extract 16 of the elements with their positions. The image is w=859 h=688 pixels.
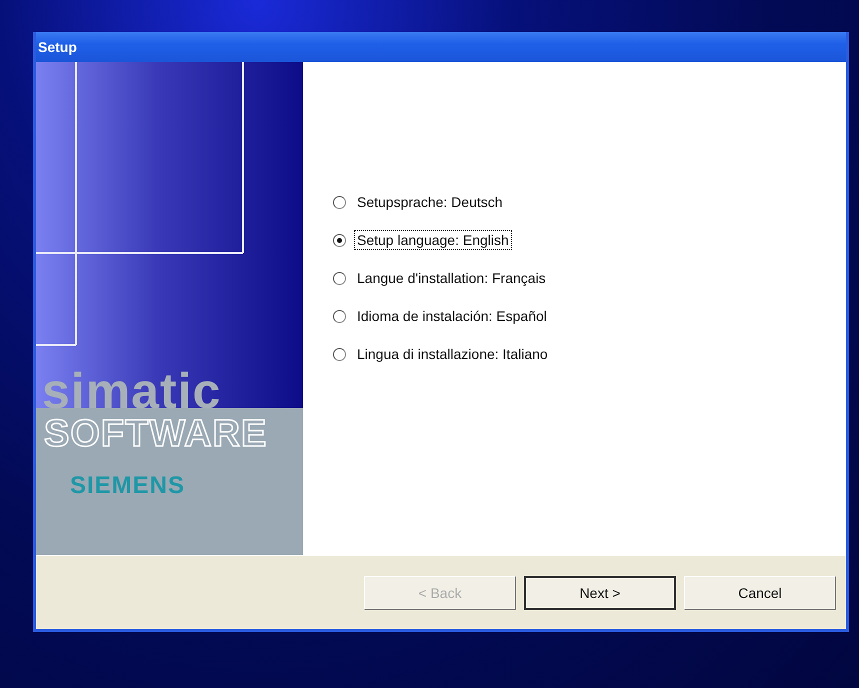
radio-label[interactable]: Idioma de instalación: Español (354, 306, 550, 326)
radio-button[interactable] (333, 234, 346, 246)
radio-label[interactable]: Lingua di installazione: Italiano (354, 344, 551, 364)
radio-button[interactable] (333, 310, 346, 322)
cancel-button[interactable]: Cancel (684, 576, 836, 610)
radio-button[interactable] (333, 348, 346, 360)
radio-button[interactable] (333, 272, 346, 284)
next-button[interactable]: Next > (524, 576, 676, 610)
window-title: Setup (38, 39, 77, 55)
product-wordmark: SOFTWARE (44, 414, 268, 454)
radio-label[interactable]: Langue d'installation: Français (354, 268, 549, 288)
company-logo-text: SIEMENS (70, 472, 186, 500)
radio-label[interactable]: Setup language: English (354, 230, 512, 250)
radio-button[interactable] (333, 196, 346, 208)
brand-wordmark: simatic (42, 366, 222, 416)
radio-label[interactable]: Setupsprache: Deutsch (354, 192, 506, 212)
